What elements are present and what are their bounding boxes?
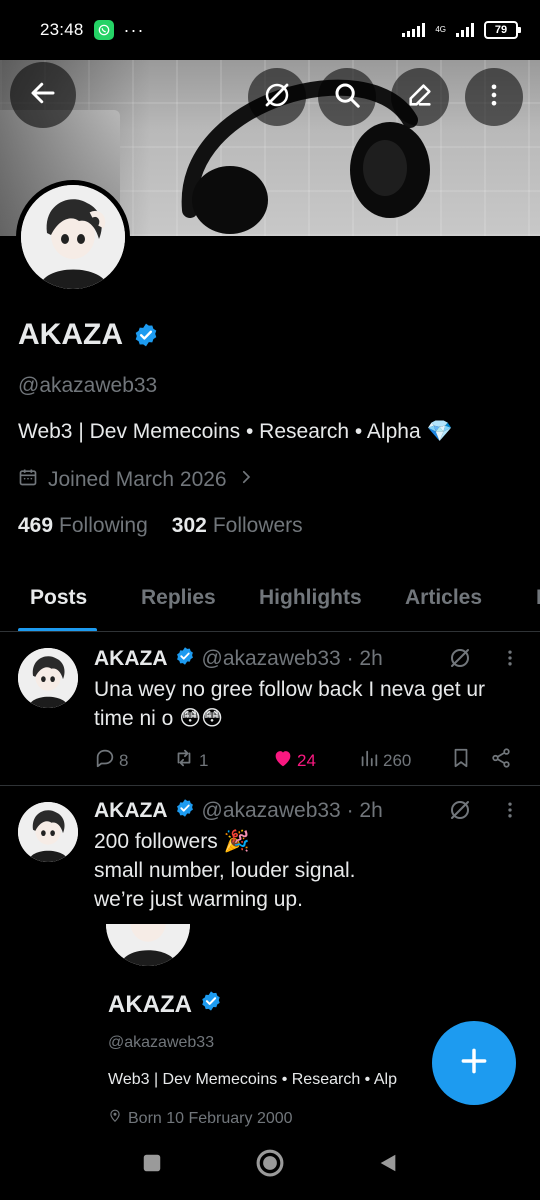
reply-count: 8 <box>119 750 129 770</box>
bookmark-icon <box>450 747 472 774</box>
profile-handle: @akazaweb33 <box>18 374 158 397</box>
embedded-bio: Web3 | Dev Memecoins • Research • Alp <box>108 1071 397 1088</box>
grok-icon[interactable] <box>448 798 472 827</box>
views-button[interactable]: 260 <box>358 747 450 774</box>
system-nav-bar <box>0 1130 540 1200</box>
chevron-right-icon <box>237 468 255 492</box>
pencil-icon <box>406 81 434 114</box>
post-text: Una wey no gree follow back I neva get u… <box>94 678 486 730</box>
following-count: 469 <box>18 514 54 537</box>
like-button[interactable]: 24 <box>272 747 358 774</box>
joined-text: Joined March 2026 <box>48 468 227 491</box>
signal-icon-2 <box>456 23 474 37</box>
post-text-line: 200 followers 🎉 <box>94 830 250 853</box>
plus-icon <box>458 1045 490 1082</box>
profile-name: AKAZA <box>18 318 159 352</box>
tab-posts[interactable]: Posts <box>17 570 98 631</box>
reply-icon <box>94 747 116 774</box>
follow-counts: 469 Following 302 Followers <box>18 514 303 538</box>
embedded-born-text: Born 10 February 2000 <box>128 1109 293 1127</box>
post-avatar[interactable] <box>18 802 78 862</box>
search-button[interactable] <box>318 68 376 126</box>
post-author-name[interactable]: AKAZA <box>94 647 168 671</box>
bookmark-button[interactable] <box>450 747 490 774</box>
post-author-name[interactable]: AKAZA <box>94 799 168 823</box>
more-vertical-icon[interactable] <box>500 648 520 673</box>
calendar-icon <box>18 467 38 493</box>
location-pin-icon <box>108 1108 122 1129</box>
back-nav-button[interactable] <box>377 1151 399 1180</box>
post-avatar[interactable] <box>18 648 78 708</box>
profile-joined[interactable]: Joined March 2026 <box>18 467 255 493</box>
repost-icon <box>172 747 196 774</box>
arrow-left-icon <box>28 78 58 113</box>
followers-count: 302 <box>171 514 207 537</box>
back-button[interactable] <box>10 62 76 128</box>
grok-icon <box>262 80 292 115</box>
tab-highlights[interactable]: Highlights <box>259 570 362 631</box>
views-chart-icon <box>358 747 380 774</box>
reply-button[interactable]: 8 <box>94 747 172 774</box>
heart-filled-icon <box>272 747 294 774</box>
battery-icon: 79 <box>484 21 521 39</box>
whatsapp-icon <box>93 20 114 40</box>
post-text-line: small number, louder signal. <box>94 859 356 882</box>
following-label: Following <box>59 514 148 537</box>
network-label: 4G <box>435 25 446 34</box>
battery-level: 79 <box>494 24 508 36</box>
status-time: 23:48 <box>40 20 84 39</box>
recent-apps-button[interactable] <box>141 1152 163 1179</box>
following-link[interactable]: 469 Following <box>18 514 148 538</box>
edit-button[interactable] <box>391 68 449 126</box>
verified-badge-icon <box>175 798 195 824</box>
post-item[interactable]: AKAZA @akazaweb33 · 2h Una wey no gree f… <box>0 632 540 786</box>
share-button[interactable] <box>490 747 512 774</box>
repost-count: 1 <box>199 750 209 770</box>
search-icon <box>332 80 362 115</box>
more-vertical-icon[interactable] <box>500 800 520 825</box>
verified-badge-icon <box>175 646 195 672</box>
embedded-born: Born 10 February 2000 <box>108 1108 293 1129</box>
embedded-handle: @akazaweb33 <box>108 1034 215 1051</box>
share-icon <box>490 747 512 774</box>
status-bar: 23:48 ··· 4G 79 <box>0 0 540 60</box>
embedded-name-text: AKAZA <box>108 990 192 1018</box>
post-text-line: we’re just warming up. <box>94 888 303 911</box>
more-button[interactable] <box>465 68 523 126</box>
post-handle-time: @akazaweb33 · 2h <box>201 647 383 670</box>
grok-icon[interactable] <box>448 646 472 675</box>
tab-media[interactable]: M <box>536 570 540 631</box>
repost-button[interactable]: 1 <box>172 747 272 774</box>
post-text: 200 followers 🎉 small number, louder sig… <box>94 827 524 914</box>
post-handle-time: @akazaweb33 · 2h <box>201 799 383 822</box>
profile-name-text: AKAZA <box>18 318 123 351</box>
embedded-avatar <box>106 924 190 966</box>
tab-replies[interactable]: Replies <box>141 570 216 631</box>
like-count: 24 <box>297 750 316 770</box>
profile-tabs: Posts Replies Highlights Articles M <box>0 570 540 632</box>
grok-button[interactable] <box>248 68 306 126</box>
views-count: 260 <box>383 750 412 770</box>
compose-post-button[interactable] <box>432 1021 516 1105</box>
tab-articles[interactable]: Articles <box>405 570 482 631</box>
status-more-dots: ··· <box>123 19 145 40</box>
embedded-name: AKAZA <box>108 990 222 1019</box>
profile-bio: Web3 | Dev Memecoins • Research • Alpha … <box>18 420 453 443</box>
profile-avatar[interactable] <box>16 180 130 294</box>
home-button[interactable] <box>255 1148 285 1183</box>
verified-badge-icon <box>200 990 222 1019</box>
verified-badge-icon <box>133 322 159 348</box>
anime-avatar-image <box>21 185 125 289</box>
followers-link[interactable]: 302 Followers <box>172 514 303 538</box>
more-vertical-icon <box>480 81 508 114</box>
network-4g-icon: 4G <box>435 26 446 34</box>
signal-icon <box>402 23 426 37</box>
followers-label: Followers <box>212 514 303 537</box>
